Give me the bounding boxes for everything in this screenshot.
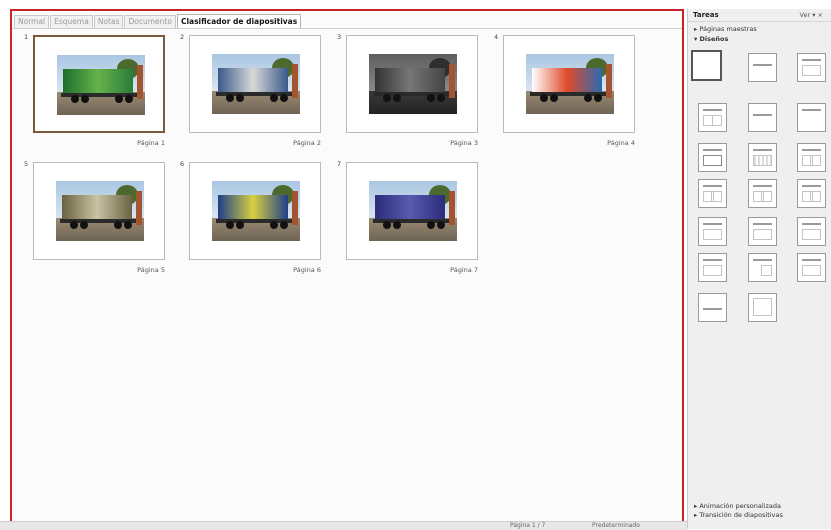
view-menu-button[interactable]: Ver ▾ × <box>800 9 823 22</box>
tab-normal[interactable]: Normal <box>14 15 50 28</box>
tab-outline[interactable]: Esquema <box>50 15 93 28</box>
slide-caption: Página 7 <box>450 266 478 274</box>
slide-preview[interactable] <box>189 35 321 133</box>
layout-text-chart[interactable] <box>698 179 727 208</box>
layout-title-two-content[interactable] <box>698 103 727 132</box>
slide-thumbnail[interactable]: 2 Página 2 <box>180 33 345 155</box>
truck-image <box>56 181 144 241</box>
slide-thumbnail[interactable]: 4 Página 4 <box>494 33 659 155</box>
slide-number: 5 <box>24 160 29 168</box>
section-master-pages[interactable]: ▸ Páginas maestras <box>688 25 831 34</box>
slide-number: 6 <box>180 160 185 168</box>
tasks-pane: Tareas Ver ▾ × ▸ Páginas maestras ▾ Dise… <box>687 9 831 529</box>
layout-chart-text[interactable] <box>797 179 826 208</box>
truck-image <box>212 181 300 241</box>
view-menu-label: Ver <box>799 11 811 19</box>
slide-thumbnail[interactable]: 7 Página 7 <box>337 160 502 282</box>
slide-caption: Página 1 <box>137 139 165 147</box>
slide-preview[interactable] <box>503 35 635 133</box>
slide-number: 2 <box>180 33 185 41</box>
layout-blank[interactable] <box>691 50 722 81</box>
slide-number: 7 <box>337 160 342 168</box>
layout-four-objects[interactable] <box>748 293 777 322</box>
section-layouts-label: Diseños <box>699 35 729 43</box>
section-custom-animation[interactable]: ▸ Animación personalizada <box>688 502 831 511</box>
layout-title-only[interactable] <box>748 53 777 82</box>
truck-image <box>526 54 614 114</box>
layout-centered-text[interactable] <box>748 103 777 132</box>
slide-preview[interactable] <box>33 162 165 260</box>
truck-image <box>57 55 145 115</box>
layout-object-text[interactable] <box>748 217 777 246</box>
layout-image-text[interactable] <box>797 143 826 172</box>
slide-caption: Página 5 <box>137 266 165 274</box>
tasks-pane-title: Tareas <box>693 11 719 19</box>
section-layouts[interactable]: ▾ Diseños <box>688 35 831 44</box>
section-master-pages-label: Páginas maestras <box>699 25 757 33</box>
slide-preview[interactable] <box>346 162 478 260</box>
slide-caption: Página 4 <box>607 139 635 147</box>
layout-chart[interactable] <box>698 143 727 172</box>
layout-text-image[interactable] <box>748 179 777 208</box>
layout-title-content[interactable] <box>797 53 826 82</box>
layout-table[interactable] <box>748 143 777 172</box>
layout-two-objects-text[interactable] <box>698 253 727 282</box>
layout-text-over-object[interactable] <box>698 293 727 322</box>
tasks-pane-header: Tareas Ver ▾ × <box>688 9 831 22</box>
slide-sorter-frame: Normal Esquema Notas Documento Clasifica… <box>10 9 684 522</box>
slide-preview[interactable] <box>189 162 321 260</box>
layout-title-text[interactable] <box>797 103 826 132</box>
tab-slide-sorter[interactable]: Clasificador de diapositivas <box>176 14 302 28</box>
slide-number: 1 <box>24 33 29 41</box>
view-tabs: Normal Esquema Notas Documento Clasifica… <box>14 14 302 28</box>
slide-caption: Página 2 <box>293 139 321 147</box>
slide-number: 3 <box>337 33 342 41</box>
slide-preview[interactable] <box>346 35 478 133</box>
truck-image <box>212 54 300 114</box>
slide-thumbnail[interactable]: 6 Página 6 <box>180 160 345 282</box>
slide-caption: Página 3 <box>450 139 478 147</box>
slide-number: 4 <box>494 33 499 41</box>
layout-text-two-objects[interactable] <box>748 253 777 282</box>
tabs-divider <box>12 28 682 29</box>
truck-image <box>369 54 457 114</box>
layout-title-object[interactable] <box>797 217 826 246</box>
slide-thumbnail[interactable]: 1 Página 1 <box>24 33 189 155</box>
layout-text-object[interactable] <box>698 217 727 246</box>
slide-thumbnail[interactable]: 3 Página 3 <box>337 33 502 155</box>
slide-preview[interactable] <box>33 35 165 133</box>
slide-caption: Página 6 <box>293 266 321 274</box>
tab-handout[interactable]: Documento <box>124 15 176 28</box>
section-slide-transition[interactable]: ▸ Transición de diapositivas <box>688 511 831 520</box>
layout-objects-over-text[interactable] <box>797 253 826 282</box>
tab-notes[interactable]: Notas <box>93 15 124 28</box>
section-slide-transition-label: Transición de diapositivas <box>699 511 783 519</box>
truck-image <box>369 181 457 241</box>
slide-thumbnail[interactable]: 5 Página 5 <box>24 160 189 282</box>
section-custom-animation-label: Animación personalizada <box>699 502 781 510</box>
